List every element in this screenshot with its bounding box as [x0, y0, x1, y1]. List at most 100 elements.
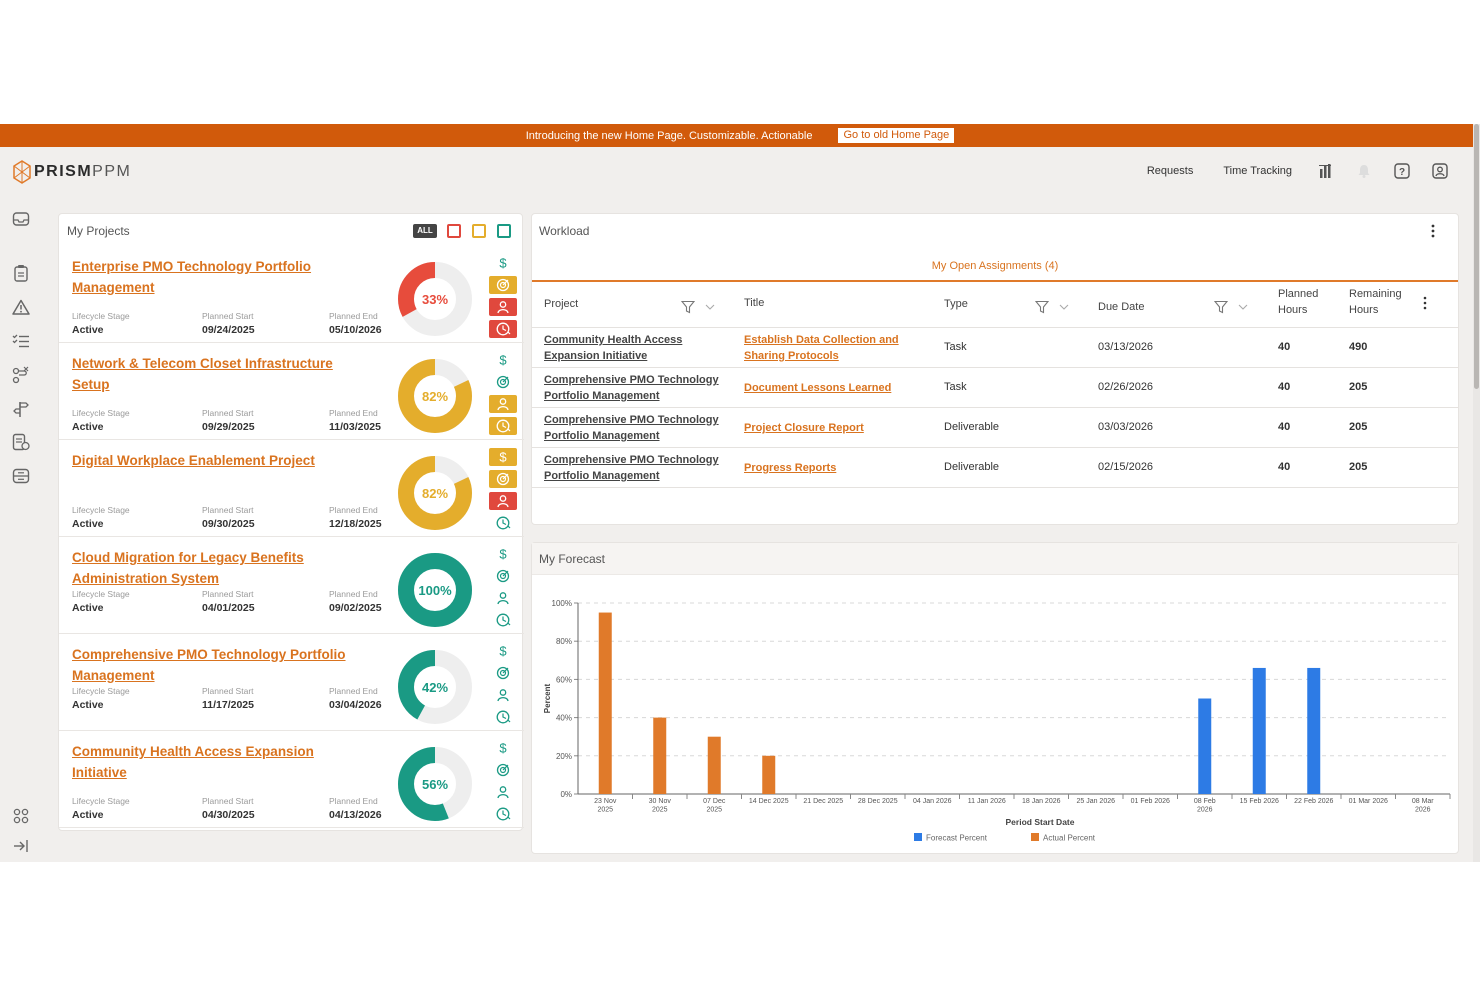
- expand-sidebar-icon[interactable]: [11, 836, 31, 856]
- time-tracking-link[interactable]: Time Tracking: [1217, 165, 1298, 177]
- timeline-clock-icon[interactable]: [489, 708, 517, 726]
- user-profile-icon[interactable]: [1430, 161, 1450, 181]
- reports-icon[interactable]: [1316, 161, 1336, 181]
- col-project[interactable]: Project: [544, 298, 578, 310]
- workload-menu-icon[interactable]: [1430, 224, 1436, 238]
- page-scrollbar[interactable]: [1473, 124, 1480, 862]
- timeline-clock-icon[interactable]: [489, 320, 517, 338]
- table-header: Project Title Type Due Date Planned Hour…: [532, 284, 1458, 328]
- type-filter-icon[interactable]: [1035, 300, 1049, 314]
- risk-warning-icon[interactable]: [11, 297, 31, 317]
- filter-red-button[interactable]: [447, 224, 461, 238]
- my-open-assignments-tab[interactable]: My Open Assignments (4): [532, 250, 1458, 282]
- table-row: Comprehensive PMO Technology Portfolio Ma…: [532, 368, 1458, 408]
- budget-dollar-icon[interactable]: $: [489, 351, 517, 369]
- actual-bar[interactable]: [598, 612, 612, 794]
- legend-label[interactable]: Forecast Percent: [926, 834, 988, 843]
- project-name-link[interactable]: Comprehensive PMO Technology Portfolio M…: [72, 644, 372, 686]
- project-name-link[interactable]: Enterprise PMO Technology Portfolio Mana…: [72, 256, 372, 298]
- x-tick-label: 18 Jan 2026: [1022, 798, 1061, 805]
- columns-menu-icon[interactable]: [1422, 296, 1428, 310]
- resource-person-icon[interactable]: [489, 492, 517, 510]
- filter-all-button[interactable]: ALL: [413, 224, 437, 238]
- project-card: Digital Workplace Enablement Project Life…: [59, 440, 524, 537]
- project-name-link[interactable]: Cloud Migration for Legacy Benefits Admi…: [72, 547, 372, 589]
- actual-bar[interactable]: [653, 717, 667, 794]
- due-date-sort-chevron-down-icon[interactable]: [1237, 301, 1249, 313]
- row-due-date: 03/13/2026: [1098, 341, 1154, 353]
- row-title-link[interactable]: Project Closure Report: [744, 420, 924, 436]
- timeline-clock-icon[interactable]: [489, 805, 517, 823]
- resource-person-icon[interactable]: [489, 395, 517, 413]
- forecast-bar[interactable]: [1307, 667, 1321, 794]
- budget-dollar-icon[interactable]: $: [489, 642, 517, 660]
- filter-yellow-button[interactable]: [472, 224, 486, 238]
- schedule-target-icon[interactable]: [489, 664, 517, 682]
- legend-label[interactable]: Actual Percent: [1043, 834, 1096, 843]
- scrollbar-thumb[interactable]: [1474, 124, 1479, 389]
- project-name-link[interactable]: Community Health Access Expansion Initia…: [72, 741, 372, 783]
- project-card: Enterprise PMO Technology Portfolio Mana…: [59, 246, 524, 343]
- schedule-target-icon[interactable]: [489, 470, 517, 488]
- old-home-page-button[interactable]: Go to old Home Page: [838, 128, 955, 143]
- row-title-link[interactable]: Document Lessons Learned: [744, 380, 924, 396]
- budget-dollar-icon[interactable]: $: [489, 254, 517, 272]
- database-report-icon[interactable]: [11, 432, 31, 452]
- budget-dollar-icon[interactable]: $: [489, 448, 517, 466]
- resource-person-icon[interactable]: [489, 783, 517, 801]
- project-filter-icon[interactable]: [681, 300, 695, 314]
- budget-dollar-icon[interactable]: $: [489, 545, 517, 563]
- apps-grid-icon[interactable]: [11, 806, 31, 826]
- workflow-icon[interactable]: [11, 365, 31, 385]
- forecast-chart: 0% 20% 40% 60% 80% 100% Percent 23 Nov 2025 30 No…: [543, 599, 1451, 843]
- project-sort-chevron-down-icon[interactable]: [704, 301, 716, 313]
- forecast-bar[interactable]: [1252, 667, 1266, 794]
- timeline-clock-icon[interactable]: [489, 417, 517, 435]
- col-remaining-hours-line2[interactable]: Hours: [1349, 304, 1378, 316]
- actual-bar[interactable]: [707, 736, 721, 794]
- x-tick-label: 04 Jan 2026: [913, 798, 952, 805]
- project-name-link[interactable]: Digital Workplace Enablement Project: [72, 450, 372, 471]
- checklist-icon[interactable]: [11, 331, 31, 351]
- col-planned-hours-line1[interactable]: Planned: [1278, 288, 1318, 300]
- inbox-icon[interactable]: [11, 209, 31, 229]
- col-remaining-hours-line1[interactable]: Remaining: [1349, 288, 1402, 300]
- row-due-date: 03/03/2026: [1098, 421, 1154, 433]
- planned-end-value: 03/04/2026: [329, 699, 382, 711]
- row-project-link[interactable]: Comprehensive PMO Technology Portfolio Ma…: [544, 412, 724, 444]
- filter-green-button[interactable]: [497, 224, 511, 238]
- row-project-link[interactable]: Comprehensive PMO Technology Portfolio Ma…: [544, 372, 724, 404]
- timeline-clock-icon[interactable]: [489, 514, 517, 532]
- schedule-target-icon[interactable]: [489, 276, 517, 294]
- col-planned-hours-line2[interactable]: Hours: [1278, 304, 1307, 316]
- schedule-target-icon[interactable]: [489, 761, 517, 779]
- svg-text:$: $: [499, 547, 507, 562]
- due-date-filter-icon[interactable]: [1214, 300, 1228, 314]
- archive-drawer-icon[interactable]: [11, 466, 31, 486]
- resource-person-icon[interactable]: [489, 686, 517, 704]
- help-icon[interactable]: ?: [1392, 161, 1412, 181]
- budget-dollar-icon[interactable]: $: [489, 739, 517, 757]
- row-title-link[interactable]: Establish Data Collection and Sharing Pro…: [744, 332, 924, 364]
- col-title[interactable]: Title: [744, 297, 764, 309]
- forecast-bar[interactable]: [1198, 698, 1212, 795]
- notification-bell-icon[interactable]: [1354, 161, 1374, 181]
- actual-bar[interactable]: [762, 755, 776, 794]
- schedule-target-icon[interactable]: [489, 373, 517, 391]
- requests-link[interactable]: Requests: [1141, 165, 1199, 177]
- x-tick-label: 14 Dec 2025: [749, 798, 789, 805]
- clipboard-icon[interactable]: [11, 263, 31, 283]
- logo[interactable]: PRISMPPM: [13, 160, 131, 184]
- row-project-link[interactable]: Community Health Access Expansion Initiat…: [544, 332, 724, 364]
- timeline-clock-icon[interactable]: [489, 611, 517, 629]
- signpost-icon[interactable]: [11, 399, 31, 419]
- resource-person-icon[interactable]: [489, 589, 517, 607]
- resource-person-icon[interactable]: [489, 298, 517, 316]
- row-project-link[interactable]: Comprehensive PMO Technology Portfolio Ma…: [544, 452, 724, 484]
- type-sort-chevron-down-icon[interactable]: [1058, 301, 1070, 313]
- row-title-link[interactable]: Progress Reports: [744, 460, 924, 476]
- col-due-date[interactable]: Due Date: [1098, 301, 1144, 313]
- schedule-target-icon[interactable]: [489, 567, 517, 585]
- col-type[interactable]: Type: [944, 298, 968, 310]
- project-name-link[interactable]: Network & Telecom Closet Infrastructure …: [72, 353, 372, 395]
